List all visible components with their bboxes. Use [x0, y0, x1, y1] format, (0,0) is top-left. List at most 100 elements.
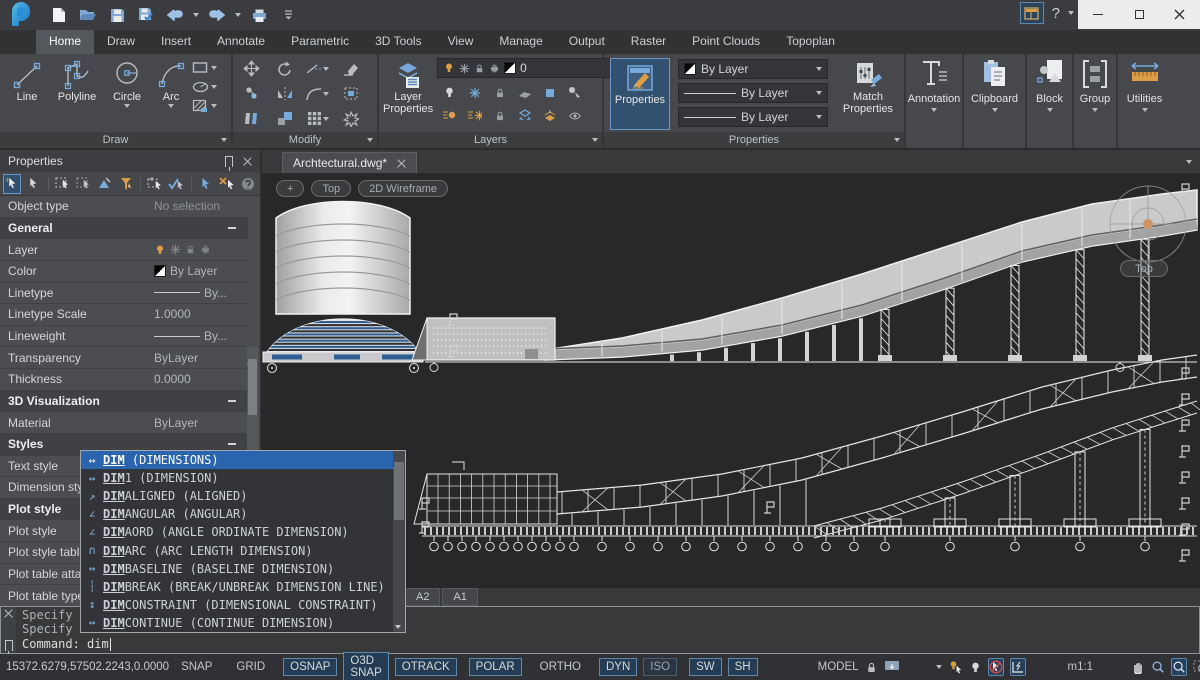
autocomplete-item[interactable]: ↔DIMCONTINUE (CONTINUE DIMENSION) [81, 614, 393, 632]
tab-raster[interactable]: Raster [618, 30, 679, 54]
copy-button[interactable] [244, 86, 260, 101]
toggle-o3dsnap[interactable]: O3D SNAP [343, 652, 388, 680]
lighting-select-icon[interactable] [948, 658, 963, 676]
rotate-button[interactable] [277, 61, 293, 77]
help-button[interactable]: ? [1052, 5, 1060, 22]
ellipse-button[interactable] [192, 80, 217, 94]
autocomplete-item[interactable]: ↔DIMBASELINE (BASELINE DIMENSION) [81, 560, 393, 578]
layer-visibility-button[interactable] [568, 110, 582, 122]
property-row-lineweight[interactable]: LineweightBy... [0, 326, 248, 348]
redo-icon[interactable] [206, 5, 228, 25]
print-icon[interactable] [248, 5, 270, 25]
annotation-monitor-icon[interactable] [884, 658, 900, 676]
tab-home[interactable]: Home [36, 30, 94, 54]
move-button[interactable] [243, 60, 260, 77]
tab-view[interactable]: View [435, 30, 487, 54]
selection-preview-off-icon[interactable] [988, 658, 1004, 676]
layer-merge-button[interactable] [543, 109, 557, 122]
erase-button[interactable] [343, 62, 359, 76]
layer-on-lines-button[interactable] [442, 109, 457, 122]
tab-parametric[interactable]: Parametric [278, 30, 362, 54]
zoom-icon[interactable] [1151, 658, 1165, 676]
autocomplete-item[interactable]: ┆DIMBREAK (BREAK/UNBREAK DIMENSION LINE) [81, 578, 393, 596]
property-row[interactable]: MaterialByLayer [0, 412, 248, 434]
layer-lock-button[interactable] [494, 87, 506, 99]
open-file-icon[interactable] [77, 5, 99, 25]
tab-bar-menu-icon[interactable] [1186, 160, 1192, 164]
autocomplete-item[interactable]: ↔DIM1 (DIMENSION) [81, 469, 393, 487]
property-row[interactable]: Thickness0.0000 [0, 369, 248, 391]
arc-button[interactable]: Arc [150, 58, 192, 130]
view-orientation-badge[interactable]: Top [1120, 260, 1168, 277]
navigation-wheel[interactable] [1110, 186, 1186, 262]
viewport-add-button[interactable]: + [276, 180, 304, 197]
lineweight-combo-dropdown-icon[interactable] [816, 91, 822, 95]
autocomplete-item[interactable]: ∩DIMARC (ARC LENGTH DIMENSION) [81, 541, 393, 559]
layer-off-button[interactable] [443, 86, 456, 99]
block-button[interactable]: Block [1027, 54, 1072, 148]
stretch-button[interactable] [244, 111, 260, 126]
hatch-dropdown-icon[interactable] [211, 104, 217, 108]
annotation-scale-readout[interactable]: m1:1 [1068, 661, 1094, 673]
clipboard-button[interactable]: Clipboard [964, 54, 1025, 148]
save-all-icon[interactable] [135, 5, 157, 25]
autocomplete-item[interactable]: ↗DIMALIGNED (ALIGNED) [81, 487, 393, 505]
arc-dropdown-icon[interactable] [168, 104, 174, 108]
select-button[interactable] [24, 174, 42, 194]
property-row-layer[interactable]: Layer [0, 239, 248, 261]
linetype-combo-dropdown-icon[interactable] [816, 115, 822, 119]
mirror-button[interactable] [277, 86, 293, 101]
section-3d-visualization[interactable]: 3D Visualization [0, 391, 248, 413]
visual-style-button[interactable]: 2D Wireframe [358, 180, 448, 197]
annotation-dropdown-icon[interactable] [931, 108, 937, 112]
toggle-dyn[interactable]: DYN [599, 658, 637, 676]
collapse-icon[interactable] [228, 400, 236, 402]
minimize-button[interactable] [1078, 0, 1119, 29]
command-pin-icon[interactable] [5, 640, 13, 651]
toggle-snap[interactable]: SNAP [175, 659, 218, 675]
ellipse-dropdown-icon[interactable] [211, 85, 217, 89]
array-button[interactable] [307, 111, 329, 126]
collapse-icon[interactable] [228, 227, 236, 229]
property-row-linetype[interactable]: LinetypeBy... [0, 283, 248, 305]
pin-icon[interactable] [225, 156, 233, 167]
line-button[interactable]: Line [4, 58, 50, 130]
utilities-dropdown-icon[interactable] [1142, 108, 1148, 112]
modify-panel-label[interactable]: Modify [233, 132, 377, 148]
quick-select-button[interactable] [196, 174, 214, 194]
drawing-explorer-icon[interactable] [1020, 2, 1044, 24]
trim-button[interactable] [306, 63, 329, 75]
close-button[interactable] [1159, 0, 1200, 29]
draw-panel-label[interactable]: Draw [0, 132, 231, 148]
select-window-button[interactable] [53, 174, 71, 194]
layer-isolate-button[interactable] [567, 86, 582, 99]
model-space-button[interactable]: MODEL [818, 661, 859, 673]
help-dropdown-icon[interactable] [1068, 11, 1074, 15]
property-row-color[interactable]: ColorBy Layer [0, 261, 248, 283]
document-tab[interactable]: Archtectural.dwg* [282, 152, 417, 173]
autocomplete-item[interactable]: ↕DIMCONSTRAINT (DIMENSIONAL CONSTRAINT) [81, 596, 393, 614]
layer-current-button[interactable] [518, 87, 532, 99]
toggle-polar[interactable]: POLAR [469, 658, 522, 676]
layout-tab-a1[interactable]: A1 [442, 588, 477, 606]
toggle-ortho[interactable]: ORTHO [534, 659, 587, 675]
select-add-button[interactable]: + [3, 174, 21, 194]
command-close-icon[interactable] [4, 609, 13, 618]
toggle-sh[interactable]: SH [728, 658, 758, 676]
status-options-dropdown-icon[interactable] [936, 665, 942, 669]
modify-panel-expand-icon[interactable] [367, 138, 373, 142]
rectangle-dropdown-icon[interactable] [211, 66, 217, 70]
draw-panel-expand-icon[interactable] [221, 138, 227, 142]
tab-manage[interactable]: Manage [486, 30, 555, 54]
layer-freeze-lines-button[interactable] [467, 109, 482, 122]
layers-panel-expand-icon[interactable] [592, 138, 598, 142]
group-button[interactable]: Group [1074, 54, 1116, 148]
app-logo-icon[interactable] [0, 0, 42, 30]
qat-customize-icon[interactable] [277, 5, 299, 25]
tab-draw[interactable]: Draw [94, 30, 148, 54]
group-dropdown-icon[interactable] [1092, 108, 1098, 112]
palette-close-icon[interactable] [243, 157, 252, 166]
section-general[interactable]: General [0, 218, 248, 240]
fillet-dropdown-icon[interactable] [323, 92, 329, 96]
tab-point-clouds[interactable]: Point Clouds [679, 30, 773, 54]
